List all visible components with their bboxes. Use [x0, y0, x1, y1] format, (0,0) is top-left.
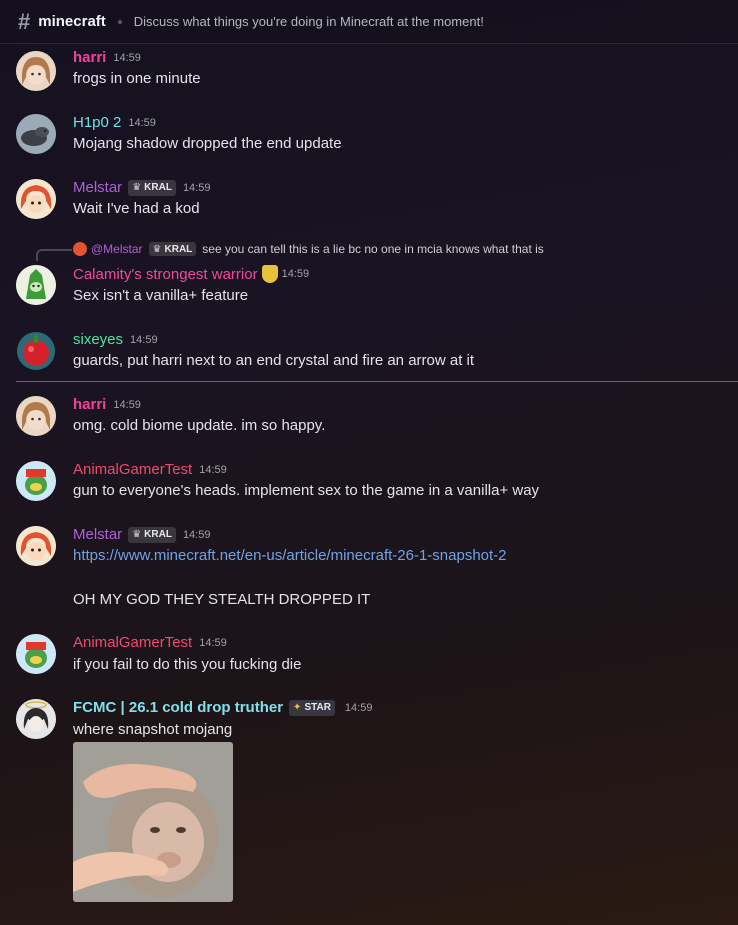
- channel-hash-icon: #: [18, 8, 31, 34]
- attached-monkey-image[interactable]: [73, 742, 233, 902]
- message-text: frogs in one minute: [73, 70, 201, 87]
- timestamp[interactable]: 14:59: [199, 637, 227, 649]
- crown-icon: ♛: [132, 529, 142, 540]
- message-header: AnimalGamerTest 14:59: [73, 634, 227, 651]
- author-name[interactable]: Melstar: [73, 179, 122, 196]
- crown-icon: ♛: [152, 243, 162, 255]
- message-link[interactable]: https://www.minecraft.net/en-us/article/…: [73, 547, 507, 564]
- timestamp[interactable]: 14:59: [113, 52, 141, 64]
- message-text: where snapshot mojang: [73, 721, 233, 738]
- avatar[interactable]: [16, 179, 56, 219]
- avatar[interactable]: [16, 51, 56, 91]
- reply-avatar-icon: [73, 242, 87, 256]
- message-text: Wait I've had a kod: [73, 200, 200, 217]
- message-header: H1p0 2 14:59: [73, 114, 156, 131]
- message-text: Sex isn't a vanilla+ feature: [73, 287, 249, 304]
- message-header: Melstar ♛ KRAL 14:59: [73, 526, 210, 543]
- role-tag: ♛ KRAL: [148, 242, 197, 256]
- author-name[interactable]: harri: [73, 49, 106, 66]
- avatar[interactable]: [16, 331, 56, 371]
- author-name[interactable]: H1p0 2: [73, 114, 121, 131]
- role-tag-label: KRAL: [164, 243, 193, 255]
- author-name[interactable]: AnimalGamerTest: [73, 634, 192, 651]
- author-name[interactable]: Melstar: [73, 526, 122, 543]
- timestamp[interactable]: 14:59: [199, 464, 227, 476]
- crown-icon: ♛: [132, 182, 142, 193]
- message-text: omg. cold biome update. im so happy.: [73, 417, 326, 434]
- author-name[interactable]: AnimalGamerTest: [73, 461, 192, 478]
- author-name[interactable]: FCMC | 26.1 cold drop truther: [73, 699, 283, 716]
- avatar[interactable]: [16, 634, 56, 674]
- message-header: sixeyes 14:59: [73, 331, 158, 348]
- role-tag-label: KRAL: [144, 529, 172, 540]
- role-tag[interactable]: ♛ KRAL: [128, 526, 176, 543]
- channel-topic[interactable]: Discuss what things you're doing in Mine…: [134, 14, 484, 29]
- avatar[interactable]: [16, 526, 56, 566]
- role-tag[interactable]: ♛ KRAL: [128, 179, 176, 196]
- message-header: harri 14:59: [73, 49, 141, 66]
- message-header: Calamity's strongest warrior 14:59: [73, 265, 309, 283]
- reply-preview[interactable]: @Melstar ♛ KRAL see you can tell this is …: [73, 242, 544, 256]
- star-icon: ✦: [293, 702, 302, 713]
- new-messages-divider: [16, 381, 738, 382]
- author-name[interactable]: Calamity's strongest warrior: [73, 266, 258, 283]
- mask-badge-icon[interactable]: [261, 265, 278, 283]
- avatar[interactable]: [16, 396, 56, 436]
- role-tag-label: KRAL: [144, 182, 172, 193]
- message-header: harri 14:59: [73, 396, 141, 413]
- message-header: FCMC | 26.1 cold drop truther ✦ STAR 14:5…: [73, 699, 372, 716]
- message-text: gun to everyone's heads. implement sex t…: [73, 482, 540, 499]
- timestamp[interactable]: 14:59: [113, 399, 141, 411]
- reply-connector: [36, 249, 72, 261]
- separator-dot: [117, 19, 122, 24]
- avatar[interactable]: [16, 114, 56, 154]
- message-text: if you fail to do this you fucking die: [73, 656, 302, 673]
- message-header: Melstar ♛ KRAL 14:59: [73, 179, 210, 196]
- timestamp[interactable]: 14:59: [345, 702, 373, 714]
- message-text: guards, put harri next to an end crystal…: [73, 352, 475, 369]
- channel-header: # minecraft Discuss what things you're d…: [0, 0, 738, 44]
- timestamp[interactable]: 14:59: [128, 117, 156, 129]
- reply-text: see you can tell this is a lie bc no one…: [202, 242, 544, 256]
- message-header: AnimalGamerTest 14:59: [73, 461, 227, 478]
- timestamp[interactable]: 14:59: [282, 268, 310, 280]
- role-tag[interactable]: ✦ STAR: [289, 699, 335, 716]
- avatar[interactable]: [16, 265, 56, 305]
- avatar[interactable]: [16, 461, 56, 501]
- avatar[interactable]: [16, 699, 56, 739]
- message-text: OH MY GOD THEY STEALTH DROPPED IT: [73, 591, 371, 608]
- author-name[interactable]: harri: [73, 396, 106, 413]
- channel-name[interactable]: minecraft: [38, 13, 106, 30]
- role-tag-label: STAR: [304, 702, 331, 713]
- reply-author[interactable]: @Melstar: [91, 242, 143, 256]
- author-name[interactable]: sixeyes: [73, 331, 123, 348]
- timestamp[interactable]: 14:59: [183, 182, 211, 194]
- timestamp[interactable]: 14:59: [130, 334, 158, 346]
- timestamp[interactable]: 14:59: [183, 529, 211, 541]
- message-text: Mojang shadow dropped the end update: [73, 135, 342, 152]
